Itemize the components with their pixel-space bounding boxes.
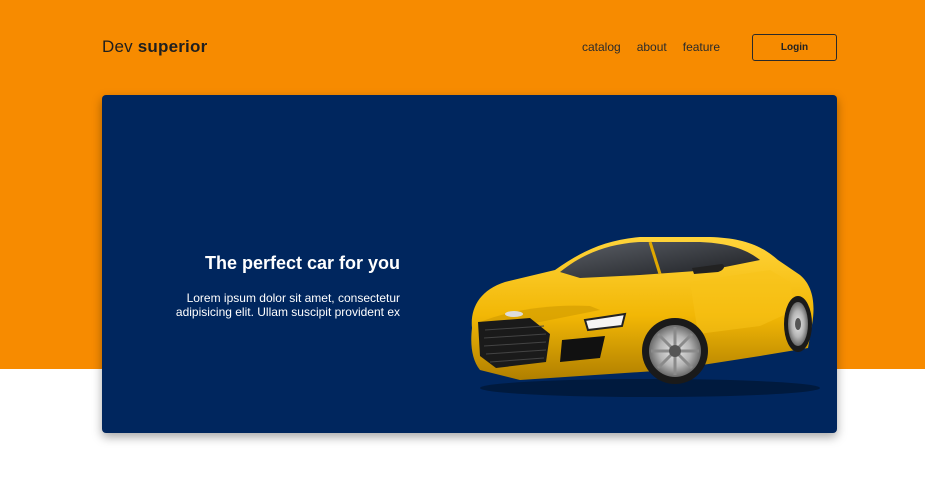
nav-link-feature[interactable]: feature bbox=[683, 40, 720, 54]
logo[interactable]: Dev superior bbox=[102, 37, 207, 57]
hero-text-block: The perfect car for you Lorem ipsum dolo… bbox=[160, 253, 400, 319]
login-button[interactable]: Login bbox=[752, 34, 837, 61]
logo-bold-text: superior bbox=[137, 37, 208, 56]
nav-link-catalog[interactable]: catalog bbox=[582, 40, 621, 54]
site-header: Dev superior catalog about feature Login bbox=[102, 34, 837, 63]
nav-link-about[interactable]: about bbox=[637, 40, 667, 54]
page: Dev superior catalog about feature Login… bbox=[0, 0, 925, 503]
main-nav: catalog about feature bbox=[582, 40, 720, 54]
hero-card: The perfect car for you Lorem ipsum dolo… bbox=[102, 95, 837, 433]
hero-description: Lorem ipsum dolor sit amet, consectetur … bbox=[175, 291, 400, 319]
hero-title: The perfect car for you bbox=[204, 253, 400, 273]
car-image bbox=[471, 237, 820, 397]
logo-regular-text: Dev bbox=[102, 37, 138, 56]
